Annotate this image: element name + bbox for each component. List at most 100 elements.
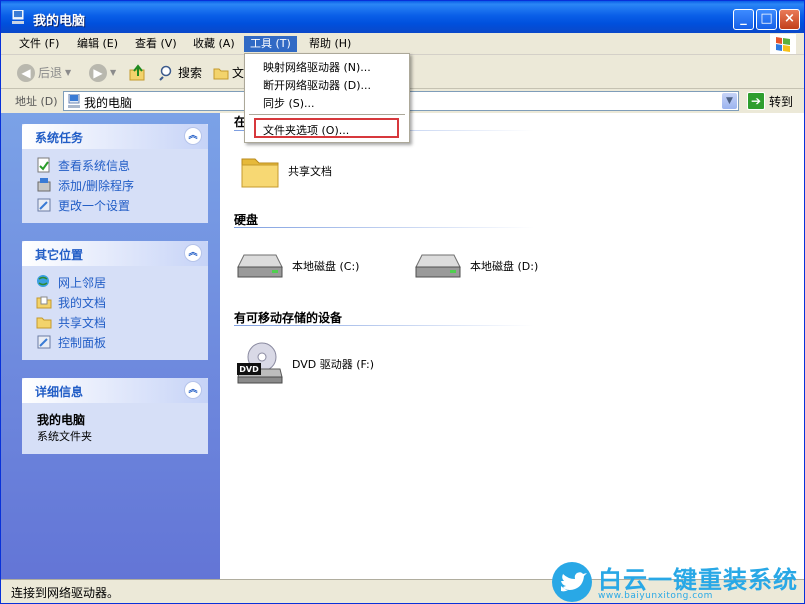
chevron-down-icon: ▼	[110, 68, 117, 77]
task-label: 查看系统信息	[58, 158, 131, 173]
address-label: 地址 (D)	[15, 95, 58, 108]
group-header-removable: 有可移动存储的设备	[234, 311, 343, 325]
item-label: DVD 驱动器 (F:)	[292, 358, 375, 371]
details-title: 详细信息	[35, 385, 84, 399]
chevron-down-icon: ▼	[65, 68, 72, 77]
network-icon	[37, 275, 49, 287]
task-pane: 系统任务 ︽ 查看系统信息 添加/删除程序 更改一个设置 其它位置 ︽ 网上邻居…	[1, 113, 220, 579]
place-my-documents[interactable]: 我的文档	[36, 292, 196, 312]
maximize-button[interactable]: □	[756, 9, 777, 30]
computer-icon	[68, 94, 80, 108]
drive-c-item[interactable]: 本地磁盘 (C:)	[236, 249, 359, 283]
go-arrow-icon: ➔	[747, 92, 765, 110]
menu-item-disconnect-network-drive[interactable]: 断开网络驱动器 (D)...	[263, 77, 371, 93]
group-divider	[234, 325, 534, 326]
other-places-panel: 其它位置 ︽ 网上邻居 我的文档 共享文档 控制面板	[22, 241, 208, 360]
hard-disk-icon	[415, 254, 461, 278]
search-label: 搜索	[178, 66, 203, 80]
place-label: 我的文档	[58, 295, 107, 310]
address-value: 我的电脑	[84, 96, 133, 110]
folders-label: 文	[232, 66, 245, 80]
folder-icon	[213, 68, 229, 80]
menu-tools[interactable]: 工具 (T)	[244, 36, 297, 52]
window-title: 我的电脑	[33, 14, 86, 29]
dvd-drive-icon: DVD	[237, 342, 283, 384]
menu-edit[interactable]: 编辑 (E)	[71, 36, 124, 52]
go-label: 转到	[769, 94, 794, 109]
control-panel-icon	[37, 198, 51, 212]
minimize-button[interactable]: _	[733, 9, 754, 30]
add-remove-programs-icon	[37, 178, 51, 192]
windows-logo-icon	[770, 34, 796, 54]
details-header[interactable]: 详细信息 ︽	[22, 378, 208, 403]
system-info-icon	[37, 157, 50, 173]
group-divider	[234, 227, 534, 228]
menu-view[interactable]: 查看 (V)	[129, 36, 183, 52]
watermark-url: www.baiyunxitong.com	[598, 591, 713, 601]
item-label: 共享文档	[288, 165, 332, 178]
task-add-remove-programs[interactable]: 添加/删除程序	[36, 175, 196, 195]
group-header-hard-disks: 硬盘	[234, 213, 259, 227]
place-label: 控制面板	[58, 335, 107, 350]
menu-help[interactable]: 帮助 (H)	[303, 36, 357, 52]
drive-d-item[interactable]: 本地磁盘 (D:)	[414, 249, 538, 283]
collapse-icon[interactable]: ︽	[184, 127, 202, 145]
dvd-badge: DVD	[239, 365, 259, 374]
back-label: 后退	[38, 66, 63, 80]
task-label: 更改一个设置	[58, 198, 131, 213]
system-tasks-panel: 系统任务 ︽ 查看系统信息 添加/删除程序 更改一个设置	[22, 124, 208, 223]
other-places-header[interactable]: 其它位置 ︽	[22, 241, 208, 266]
collapse-icon[interactable]: ︽	[184, 381, 202, 399]
menu-bar: 文件 (F) 编辑 (E) 查看 (V) 收藏 (A) 工具 (T) 帮助 (H…	[1, 33, 804, 55]
search-button[interactable]: 搜索	[159, 63, 202, 83]
place-network[interactable]: 网上邻居	[36, 272, 196, 292]
close-button[interactable]: ×	[779, 9, 800, 30]
dvd-drive-item[interactable]: DVD DVD 驱动器 (F:)	[236, 341, 374, 387]
control-panel-icon	[37, 335, 51, 349]
system-tasks-title: 系统任务	[35, 131, 84, 145]
watermark-logo: 白云一键重装系统 www.baiyunxitong.com	[552, 560, 805, 604]
forward-button[interactable]: ▶ ▼	[89, 63, 116, 83]
folder-icon	[241, 158, 279, 188]
menu-item-folder-options[interactable]: 文件夹选项 (O)...	[263, 122, 349, 138]
menu-item-map-network-drive[interactable]: 映射网络驱动器 (N)...	[263, 59, 371, 75]
shared-folder-icon	[36, 317, 52, 329]
computer-icon	[12, 10, 24, 24]
menu-file[interactable]: 文件 (F)	[13, 36, 65, 52]
bird-icon	[552, 562, 592, 602]
task-label: 添加/删除程序	[58, 178, 135, 193]
task-view-system-info[interactable]: 查看系统信息	[36, 155, 196, 175]
watermark-title: 白云一键重装系统	[598, 566, 798, 594]
file-view: 在 共享文档 硬盘 本地磁盘 (C:) 本地磁盘 (D:) 有可移动存储的设备 …	[220, 113, 804, 579]
menu-favorites[interactable]: 收藏 (A)	[187, 36, 241, 52]
shared-documents-item[interactable]: 共享文档	[240, 151, 332, 191]
system-tasks-header[interactable]: 系统任务 ︽	[22, 124, 208, 149]
my-documents-icon	[36, 296, 52, 309]
address-dropdown-icon[interactable]: ▼	[722, 93, 737, 109]
search-icon	[159, 65, 172, 81]
item-label: 本地磁盘 (D:)	[470, 260, 539, 273]
back-arrow-icon: ◀	[17, 64, 35, 82]
up-folder-icon	[129, 64, 145, 81]
forward-arrow-icon: ▶	[89, 64, 107, 82]
back-button[interactable]: ◀ 后退 ▼	[17, 63, 71, 83]
details-panel: 详细信息 ︽ 我的电脑 系统文件夹	[22, 378, 208, 454]
task-change-setting[interactable]: 更改一个设置	[36, 195, 196, 215]
place-label: 共享文档	[58, 315, 107, 330]
place-shared-documents[interactable]: 共享文档	[36, 312, 196, 332]
place-control-panel[interactable]: 控制面板	[36, 332, 196, 352]
place-label: 网上邻居	[58, 275, 107, 290]
title-bar[interactable]: 我的电脑 _ □ ×	[1, 1, 804, 33]
up-folder-button[interactable]	[129, 63, 147, 83]
go-button[interactable]: ➔ 转到	[747, 91, 793, 111]
tools-dropdown-menu: 映射网络驱动器 (N)... 断开网络驱动器 (D)... 同步 (S)... …	[244, 53, 410, 143]
details-name: 我的电脑	[37, 413, 86, 427]
folders-button[interactable]: 文	[213, 63, 244, 83]
details-description: 系统文件夹	[37, 430, 92, 443]
menu-item-synchronize[interactable]: 同步 (S)...	[263, 95, 315, 111]
collapse-icon[interactable]: ︽	[184, 244, 202, 262]
item-label: 本地磁盘 (C:)	[292, 260, 360, 273]
hard-disk-icon	[237, 254, 283, 278]
status-text: 连接到网络驱动器。	[11, 586, 120, 600]
menu-separator	[249, 114, 405, 115]
